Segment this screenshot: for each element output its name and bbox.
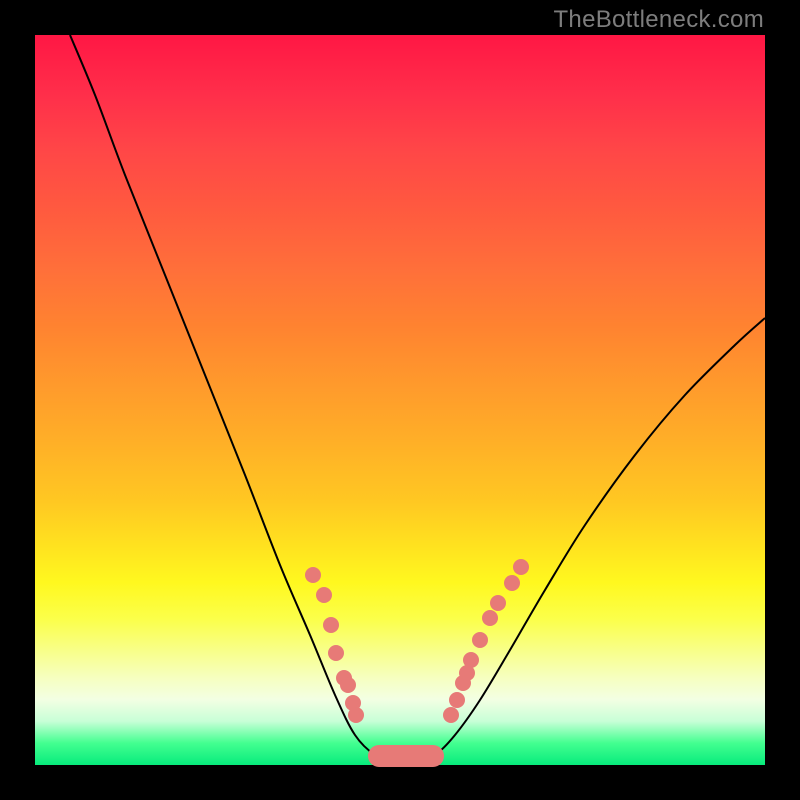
curve-dot: [328, 645, 344, 661]
curve-dot: [490, 595, 506, 611]
curve-dot: [316, 587, 332, 603]
curve-dot: [305, 567, 321, 583]
curve-bottom-blob: [368, 745, 444, 767]
curve-dot: [348, 707, 364, 723]
bottleneck-curve: [70, 35, 765, 763]
chart-svg: [35, 35, 765, 765]
curve-dot: [472, 632, 488, 648]
curve-dot: [323, 617, 339, 633]
watermark-text: TheBottleneck.com: [553, 6, 764, 34]
curve-dot: [504, 575, 520, 591]
curve-dot: [449, 692, 465, 708]
curve-dot: [463, 652, 479, 668]
chart-plot-area: [35, 35, 765, 765]
curve-dot: [340, 677, 356, 693]
curve-dot: [482, 610, 498, 626]
curve-dot: [513, 559, 529, 575]
curve-dot: [443, 707, 459, 723]
